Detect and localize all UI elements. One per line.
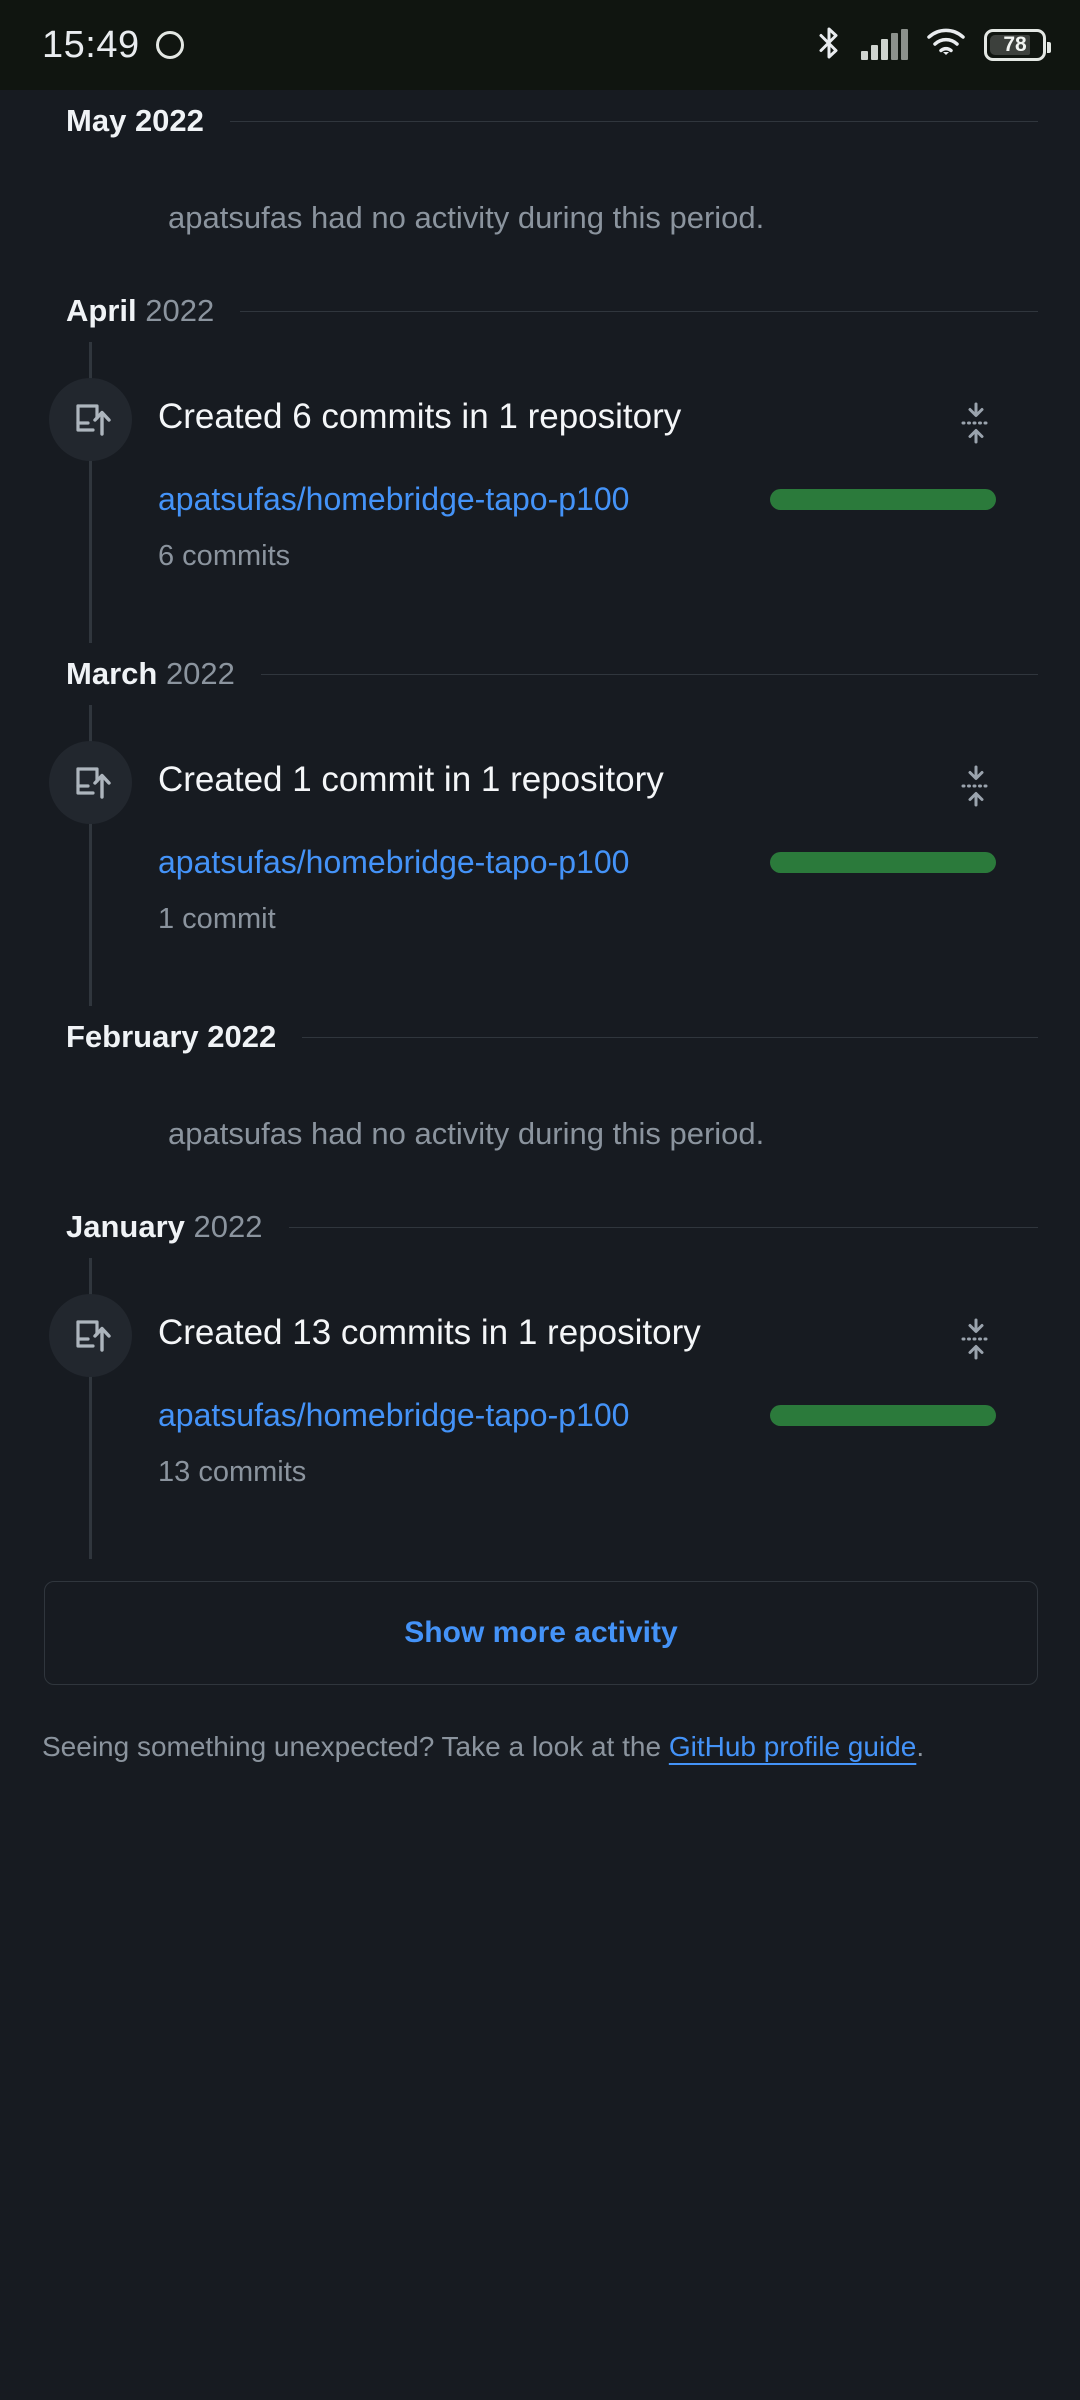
commit-count-label: 6 commits xyxy=(158,540,291,572)
month-block: February 2022 apatsufas had no activity … xyxy=(0,1006,1080,1196)
month-title: January 2022 xyxy=(66,1209,263,1245)
month-divider xyxy=(288,1226,1038,1228)
month-title: April 2022 xyxy=(66,293,214,329)
show-more-activity-button[interactable]: Show more activity xyxy=(44,1581,1038,1685)
month-name: April xyxy=(66,293,137,328)
activity-title: Created 6 commits in 1 repository xyxy=(158,397,682,436)
commit-activity-bar xyxy=(770,489,996,510)
battery-icon: 78 xyxy=(984,29,1051,61)
month-year: 2022 xyxy=(207,1019,277,1054)
commit-activity-bar xyxy=(770,1405,996,1426)
repo-link[interactable]: apatsufas/homebridge-tapo-p100 xyxy=(158,1397,629,1434)
repo-push-icon xyxy=(49,378,132,461)
no-activity-message: apatsufas had no activity during this pe… xyxy=(168,1116,765,1151)
month-header: April 2022 xyxy=(0,280,1080,342)
commit-bar-container xyxy=(629,1405,996,1426)
month-block: April 2022 Created 6 commits in 1 reposi… xyxy=(0,280,1080,643)
month-block: March 2022 Created 1 commit in 1 reposit… xyxy=(0,643,1080,1006)
repo-link[interactable]: apatsufas/homebridge-tapo-p100 xyxy=(158,481,629,518)
month-name: May xyxy=(66,103,127,138)
month-year: 2022 xyxy=(145,293,215,328)
month-block: May 2022 apatsufas had no activity durin… xyxy=(0,90,1080,280)
month-name: February xyxy=(66,1019,199,1054)
activity-title: Created 13 commits in 1 repository xyxy=(158,1313,701,1352)
month-title: May 2022 xyxy=(66,103,204,139)
github-profile-guide-link[interactable]: GitHub profile guide xyxy=(669,1731,916,1762)
status-clock: 15:49 xyxy=(42,23,140,66)
status-bar-left: 15:49 xyxy=(42,24,184,67)
commit-count-label: 1 commit xyxy=(158,903,276,935)
month-year: 2022 xyxy=(134,103,204,138)
month-header: February 2022 xyxy=(0,1006,1080,1068)
battery-level-label: 78 xyxy=(1003,33,1027,56)
month-name: March xyxy=(66,656,158,691)
fold-collapse-icon[interactable] xyxy=(960,765,992,812)
footer-text-before: Seeing something unexpected? Take a look… xyxy=(42,1731,669,1762)
cellular-signal-icon xyxy=(861,29,908,60)
activity-entry-body: Created 13 commits in 1 repository apats… xyxy=(158,1312,1038,1489)
bluetooth-icon xyxy=(816,26,842,65)
commit-bar-container xyxy=(629,489,996,510)
month-year: 2022 xyxy=(165,656,235,691)
month-divider xyxy=(229,120,1038,122)
activity-entry: Created 6 commits in 1 repository apatsu… xyxy=(0,342,1080,643)
activity-entry-body: Created 6 commits in 1 repository apatsu… xyxy=(158,396,1038,573)
fold-collapse-icon[interactable] xyxy=(960,402,992,449)
activity-entry-body: Created 1 commit in 1 repository apatsuf… xyxy=(158,759,1038,936)
month-header: May 2022 xyxy=(0,90,1080,152)
commit-count-label: 13 commits xyxy=(158,1456,307,1488)
footer-text-after: . xyxy=(916,1731,925,1762)
month-title: February 2022 xyxy=(66,1019,276,1055)
show-more-container: Show more activity xyxy=(0,1559,1080,1685)
activity-entry: Created 1 commit in 1 repository apatsuf… xyxy=(0,705,1080,1006)
repo-push-icon xyxy=(49,1294,132,1377)
month-divider xyxy=(260,673,1038,675)
fold-collapse-icon[interactable] xyxy=(960,1318,992,1365)
activity-title: Created 1 commit in 1 repository xyxy=(158,760,664,799)
month-title: March 2022 xyxy=(66,656,235,692)
repo-push-icon xyxy=(49,741,132,824)
repo-link[interactable]: apatsufas/homebridge-tapo-p100 xyxy=(158,844,629,881)
status-bar: 15:49 78 xyxy=(0,0,1080,90)
activity-entry: Created 13 commits in 1 repository apats… xyxy=(0,1258,1080,1559)
month-header: January 2022 xyxy=(0,1196,1080,1258)
month-header: March 2022 xyxy=(0,643,1080,705)
month-block: January 2022 Created 13 commits in 1 rep… xyxy=(0,1196,1080,1559)
commit-bar-container xyxy=(629,852,996,873)
month-divider xyxy=(240,310,1038,312)
month-year: 2022 xyxy=(193,1209,263,1244)
wifi-icon xyxy=(927,28,965,63)
month-divider xyxy=(302,1036,1038,1038)
circle-outline-icon xyxy=(155,31,184,59)
commit-activity-bar xyxy=(770,852,996,873)
activity-timeline: May 2022 apatsufas had no activity durin… xyxy=(0,90,1080,1768)
no-activity-message: apatsufas had no activity during this pe… xyxy=(168,200,765,235)
footer-note: Seeing something unexpected? Take a look… xyxy=(0,1685,1080,1768)
status-bar-right: 78 xyxy=(816,26,1051,65)
month-name: January xyxy=(66,1209,185,1244)
